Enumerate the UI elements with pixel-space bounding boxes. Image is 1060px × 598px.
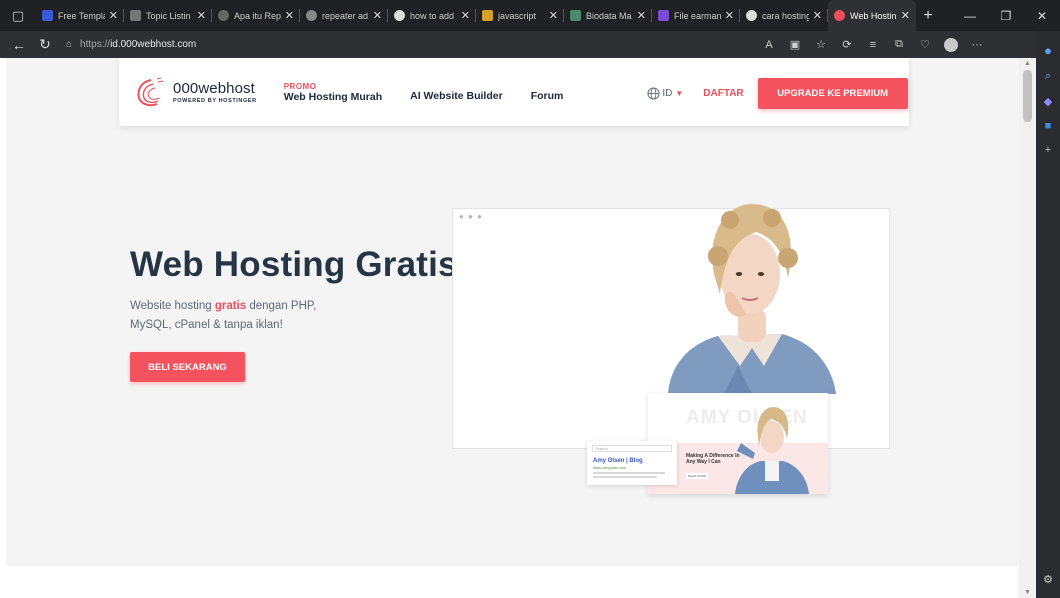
profile-avatar[interactable] xyxy=(944,37,958,52)
page-viewport: 000webhost POWERED BY HOSTINGER PROMO We… xyxy=(0,58,1036,598)
url-field[interactable]: ⌂ https://id.000webhost.com xyxy=(66,34,726,55)
edge-sidebar: ● ⌕ ◆ ■ + ⚙ xyxy=(1036,31,1060,598)
tab-favicon-icon xyxy=(42,10,53,21)
tab-favicon-icon xyxy=(482,10,493,21)
new-tab-button[interactable]: + xyxy=(916,7,940,25)
browser-tab[interactable]: File earman ✕ xyxy=(652,0,740,31)
close-tab-icon[interactable]: ✕ xyxy=(637,9,646,22)
logo-tagline: POWERED BY HOSTINGER xyxy=(173,98,257,104)
register-link[interactable]: DAFTAR xyxy=(703,88,743,99)
add-icon[interactable]: + xyxy=(1045,144,1051,156)
nav-link-ai-builder[interactable]: AI Website Builder xyxy=(410,90,503,102)
close-tab-icon[interactable]: ✕ xyxy=(725,9,734,22)
promo-badge: PROMO xyxy=(283,81,317,91)
tab-favicon-icon xyxy=(834,10,845,21)
discover-icon[interactable]: ◆ xyxy=(1044,95,1052,108)
close-tab-icon[interactable]: ✕ xyxy=(813,9,822,22)
blog-search-input: Search xyxy=(592,445,672,452)
nav-link-web-hosting[interactable]: Web Hosting Murah xyxy=(284,91,382,103)
chevron-down-icon: ▼ xyxy=(675,89,684,98)
window-controls: — ❐ ✕ xyxy=(952,0,1060,31)
app-icon[interactable]: ▣ xyxy=(782,38,808,51)
close-tab-icon[interactable]: ✕ xyxy=(461,9,470,22)
tab-favicon-icon xyxy=(306,10,317,21)
browser-tab-active[interactable]: Web Hostin ✕ xyxy=(828,0,916,31)
favorites-icon[interactable]: ≡ xyxy=(860,39,886,51)
minimize-icon[interactable]: — xyxy=(952,0,988,31)
window-dots-icon: ● ● ● xyxy=(459,212,483,221)
tab-favicon-icon xyxy=(658,10,669,21)
extensions-icon[interactable]: ⟳ xyxy=(834,38,860,51)
tab-favicon-icon xyxy=(394,10,405,21)
nav-link-forum[interactable]: Forum xyxy=(531,90,564,102)
settings-icon[interactable]: ⚙ xyxy=(1036,573,1060,586)
search-icon[interactable]: ⌕ xyxy=(1045,70,1051,83)
restore-icon[interactable]: ❐ xyxy=(988,0,1024,31)
browser-tab[interactable]: Topic Listin ✕ xyxy=(124,0,212,31)
copilot-icon[interactable]: ● xyxy=(1044,43,1052,58)
close-tab-icon[interactable]: ✕ xyxy=(901,9,910,22)
tab-favicon-icon xyxy=(746,10,757,21)
buy-now-button[interactable]: BELI SEKARANG xyxy=(130,352,245,382)
tab-favicon-icon xyxy=(570,10,581,21)
refresh-icon[interactable]: ↻ xyxy=(32,36,58,53)
blog-preview-card: Search Amy Olsen | Blog https://amyolsen… xyxy=(587,441,677,485)
collections-icon[interactable]: ⧉ xyxy=(886,38,912,51)
browser-tab[interactable]: javascript ✕ xyxy=(476,0,564,31)
browser-tab[interactable]: Biodata Ma ✕ xyxy=(564,0,652,31)
browser-tab[interactable]: cara hosting ✕ xyxy=(740,0,828,31)
tab-favicon-icon xyxy=(130,10,141,21)
globe-icon xyxy=(647,87,660,100)
close-window-icon[interactable]: ✕ xyxy=(1024,0,1060,31)
close-tab-icon[interactable]: ✕ xyxy=(197,9,206,22)
lock-icon: ⌂ xyxy=(66,39,73,50)
language-code: ID xyxy=(662,88,673,99)
logo-swirl-icon xyxy=(137,77,164,107)
scroll-down-icon[interactable]: ▼ xyxy=(1024,589,1031,596)
language-selector[interactable]: ID ▼ xyxy=(647,87,683,100)
hero-model-illustration xyxy=(668,204,836,394)
scrollbar-thumb[interactable] xyxy=(1023,70,1032,122)
logo-name: 000webhost xyxy=(173,80,255,97)
nav-promo[interactable]: PROMO Web Hosting Murah xyxy=(284,82,382,103)
hero-description: Website hosting gratis dengan PHP, MySQL… xyxy=(130,300,317,331)
close-tab-icon[interactable]: ✕ xyxy=(549,9,558,22)
page-scrollbar[interactable]: ▲ ▼ xyxy=(1019,58,1036,598)
address-bar: ← ↻ ⌂ https://id.000webhost.com A ▣ ☆ ⟳ … xyxy=(0,31,1036,58)
more-menu-icon[interactable]: ··· xyxy=(964,39,990,51)
upgrade-premium-button[interactable]: UPGRADE KE PREMIUM xyxy=(757,78,908,109)
close-tab-icon[interactable]: ✕ xyxy=(285,9,294,22)
hero-title: Web Hosting Gratis xyxy=(130,245,458,284)
blog-url: https://amyolsen.com xyxy=(593,466,627,470)
browser-tab[interactable]: repeater ad ✕ xyxy=(300,0,388,31)
browser-tab[interactable]: Apa itu Rep ✕ xyxy=(212,0,300,31)
site-header: 000webhost POWERED BY HOSTINGER PROMO We… xyxy=(119,58,909,126)
read-aloud-icon[interactable]: A xyxy=(756,39,782,51)
blog-text-line xyxy=(593,472,665,474)
tab-actions-icon[interactable]: ▢ xyxy=(0,0,36,31)
template-model-illustration xyxy=(735,407,809,494)
site-logo[interactable]: 000webhost POWERED BY HOSTINGER xyxy=(133,76,257,108)
close-tab-icon[interactable]: ✕ xyxy=(373,9,382,22)
close-tab-icon[interactable]: ✕ xyxy=(109,9,118,22)
outlook-icon[interactable]: ■ xyxy=(1045,120,1052,132)
favorite-star-icon[interactable]: ☆ xyxy=(808,38,834,51)
blog-title: Amy Olsen | Blog xyxy=(593,458,643,464)
browser-tab-bar: ▢ Free Templa ✕ Topic Listin ✕ Apa itu Rep… xyxy=(0,0,1060,31)
back-icon[interactable]: ← xyxy=(6,37,32,53)
tab-strip: Free Templa ✕ Topic Listin ✕ Apa itu Rep ✕ … xyxy=(36,0,916,31)
browser-tab[interactable]: Free Templa ✕ xyxy=(36,0,124,31)
tab-favicon-icon xyxy=(218,10,229,21)
blog-text-line xyxy=(593,476,657,478)
health-icon[interactable]: ♡ xyxy=(912,38,938,51)
browser-tab[interactable]: how to add ✕ xyxy=(388,0,476,31)
scroll-up-icon[interactable]: ▲ xyxy=(1024,60,1031,67)
template-read-more-button: READ MORE xyxy=(686,473,708,479)
browser-toolbar: A ▣ ☆ ⟳ ≡ ⧉ ♡ ··· xyxy=(756,37,990,52)
